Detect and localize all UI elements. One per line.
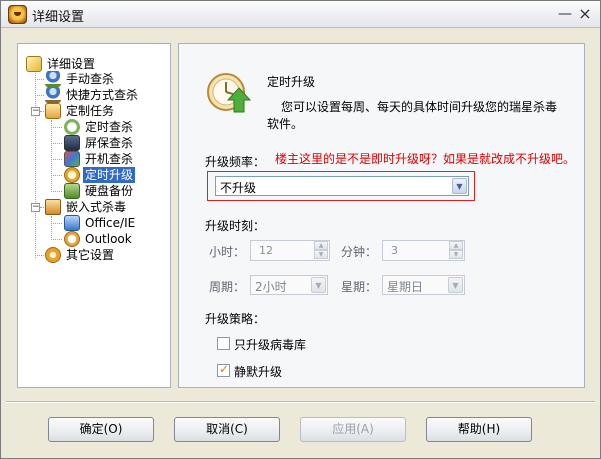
embedded-antivirus-icon	[45, 199, 61, 215]
stepper-down-icon[interactable]: ▼	[314, 250, 328, 259]
cycle-label: 周期：	[209, 280, 246, 294]
cycle-select[interactable]: 2小时 ▼	[250, 275, 328, 295]
weekday-value: 星期日	[387, 280, 424, 294]
hour-stepper[interactable]: 12 ▲ ▼	[250, 240, 330, 261]
chevron-down-icon[interactable]: ▼	[311, 277, 326, 293]
timed-upgrade-icon	[64, 167, 80, 183]
other-settings-icon	[45, 247, 61, 263]
frequency-label: 升级频率：	[205, 155, 266, 169]
office-ie-icon	[64, 215, 80, 231]
scheduled-task-icon	[45, 103, 61, 119]
stepper-up-icon[interactable]: ▲	[449, 241, 463, 250]
minimize-icon[interactable]: —	[556, 5, 574, 23]
virus-db-only-label[interactable]: 只升级病毒库	[234, 336, 306, 353]
bottom-separator	[6, 401, 595, 403]
hour-label: 小时：	[209, 245, 246, 259]
window-title: 详细设置	[32, 10, 85, 25]
silent-upgrade-checkbox[interactable]	[217, 362, 230, 377]
outlook-icon	[64, 231, 80, 247]
hour-value: 12	[259, 244, 273, 257]
app-lion-icon	[8, 5, 27, 24]
stepper-up-icon[interactable]: ▲	[314, 241, 328, 250]
silent-upgrade-label[interactable]: 静默升级	[234, 363, 282, 380]
close-icon[interactable]: ×	[576, 5, 594, 23]
chevron-down-icon[interactable]: ▼	[452, 178, 467, 194]
virus-db-only-checkbox[interactable]	[217, 337, 230, 350]
disk-backup-icon	[64, 183, 80, 199]
chevron-down-icon[interactable]: ▼	[448, 277, 463, 293]
frequency-select[interactable]: 不升级 ▼	[215, 176, 469, 196]
cycle-value: 2小时	[255, 280, 287, 294]
page-title: 定时升级	[267, 75, 316, 89]
minute-label: 分钟：	[341, 245, 378, 259]
strategy-label: 升级策略：	[205, 312, 266, 326]
minute-value: 3	[391, 244, 398, 257]
title-bar: 详细设置 — ×	[1, 1, 600, 28]
annotation-note: 楼主这里的是不是即时升级呀？如果是就改成不升级吧。	[275, 152, 576, 166]
tree-collapse-toggle-embedded[interactable]: −	[31, 203, 40, 212]
weekday-label: 星期：	[341, 280, 378, 294]
stepper-down-icon[interactable]: ▼	[449, 250, 463, 259]
boot-scan-icon	[64, 151, 80, 167]
tree-collapse-toggle[interactable]: −	[31, 107, 40, 116]
settings-root-icon	[26, 56, 42, 72]
page-description: 您可以设置每周、每天的具体时间升级您的瑞星杀毒软件。	[267, 100, 558, 131]
time-label: 升级时刻：	[205, 219, 266, 233]
weekday-select[interactable]: 星期日 ▼	[382, 275, 465, 295]
person-scan-icon	[45, 71, 61, 87]
minute-stepper[interactable]: 3 ▲ ▼	[382, 240, 465, 261]
help-button[interactable]: 帮助(H)	[426, 417, 532, 442]
frequency-value: 不升级	[220, 181, 257, 195]
apply-button[interactable]: 应用(A)	[300, 417, 406, 442]
screensaver-icon	[64, 135, 80, 151]
cancel-button[interactable]: 取消(C)	[174, 417, 280, 442]
person-shortcut-icon	[45, 87, 61, 103]
ok-button[interactable]: 确定(O)	[48, 417, 154, 442]
clock-scan-icon	[64, 119, 80, 135]
timed-upgrade-hero-icon	[207, 73, 252, 113]
